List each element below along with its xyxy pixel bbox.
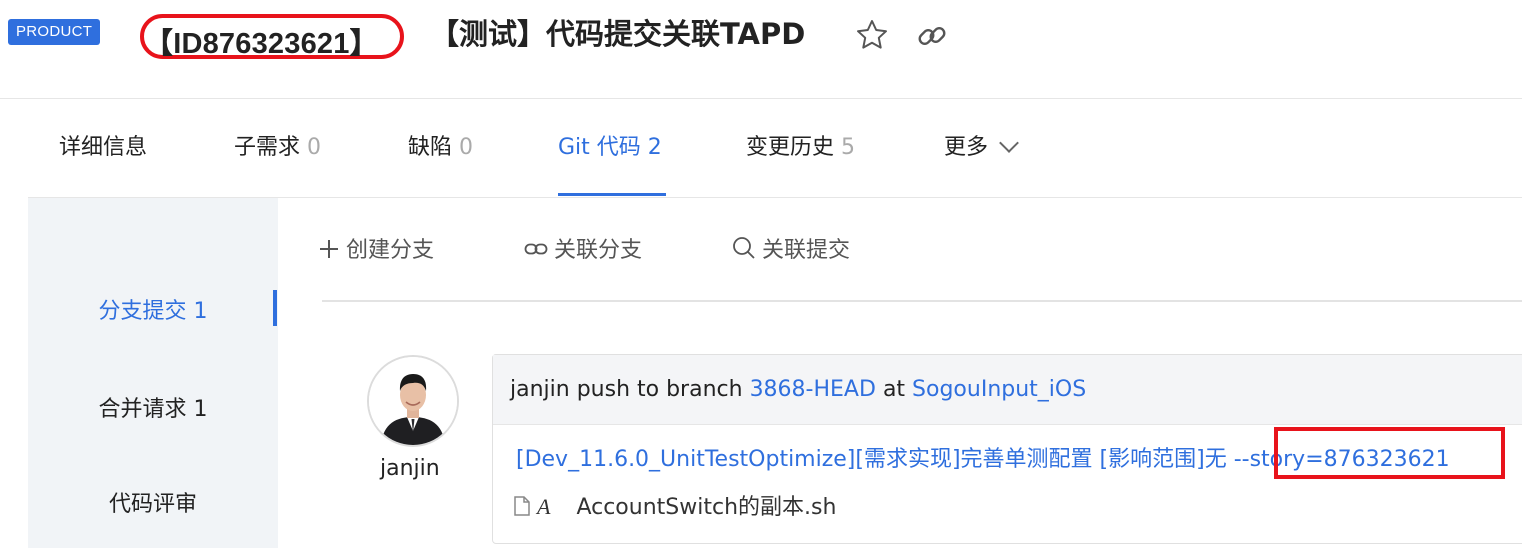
sidebar-item-merge-requests[interactable]: 合并请求 1 [28,391,278,423]
tab-bugs[interactable]: 缺陷 0 [408,129,473,161]
link-branch-button[interactable]: 关联分支 [524,232,642,264]
star-icon[interactable] [855,18,889,52]
link-commit-button[interactable]: 关联提交 [732,232,850,264]
link-icon [524,243,548,255]
sidebar: 分支提交 1 合并请求 1 代码评审 [28,198,278,548]
link-icon[interactable] [916,20,948,52]
create-branch-label: 创建分支 [346,238,435,263]
avatar[interactable] [367,355,459,447]
plus-icon [320,240,338,258]
at-text: at [882,377,906,402]
tab-count: 5 [841,135,856,160]
tab-change-history[interactable]: 变更历史 5 [746,129,855,161]
repo-link[interactable]: SogouInput_iOS [912,377,1086,402]
tab-bar: 详细信息 子需求 0 缺陷 0 Git 代码 2 变更历史 5 更多 [0,99,1522,197]
page-title: 【测试】代码提交关联TAPD [430,17,806,51]
user-portrait-icon [369,357,457,445]
sidebar-item-code-review[interactable]: 代码评审 [28,486,278,518]
commit-header: janjin push to branch 3868-HEAD at Sogou… [493,355,1522,425]
tab-label: 子需求 [234,135,301,160]
tab-details[interactable]: 详细信息 [59,129,147,161]
link-commit-label: 关联提交 [762,238,851,263]
product-badge: PRODUCT [8,19,101,45]
file-row: A AccountSwitch的副本.sh [513,489,836,521]
tab-count: 0 [307,135,322,160]
tab-label: 缺陷 [408,135,453,160]
create-branch-button[interactable]: 创建分支 [318,232,434,264]
tab-git-code[interactable]: Git 代码 2 [558,129,662,161]
tab-label: 详细信息 [59,135,148,160]
commit-header-text: janjin push to branch 3868-HEAD at Sogou… [510,377,1086,402]
tab-sub-requirements[interactable]: 子需求 0 [234,129,321,161]
actions-divider [322,300,1522,302]
link-branch-label: 关联分支 [554,238,643,263]
push-text: janjin push to branch [510,377,743,402]
author-name: janjin [380,456,440,481]
tab-label: 变更历史 [746,135,835,160]
story-ref-highlight [1274,427,1505,479]
file-icon [514,496,530,516]
tab-label: 更多 [944,135,989,160]
tab-label: Git 代码 [558,135,641,160]
tab-count: 0 [459,135,474,160]
story-id-highlight: 【ID876323621】 [140,14,404,60]
active-tab-indicator [558,193,666,196]
file-change-type: A [537,494,551,519]
branch-link[interactable]: 3868-HEAD [750,377,876,402]
sidebar-item-branch-commits[interactable]: 分支提交 1 [28,293,278,325]
story-id: 【ID876323621】 [144,28,379,60]
sidebar-active-indicator [273,290,277,326]
tab-count: 2 [647,135,662,160]
chevron-down-icon [999,133,1019,153]
tab-more[interactable]: 更多 [944,129,1019,161]
search-icon [733,237,755,259]
file-name[interactable]: AccountSwitch的副本.sh [576,495,836,520]
